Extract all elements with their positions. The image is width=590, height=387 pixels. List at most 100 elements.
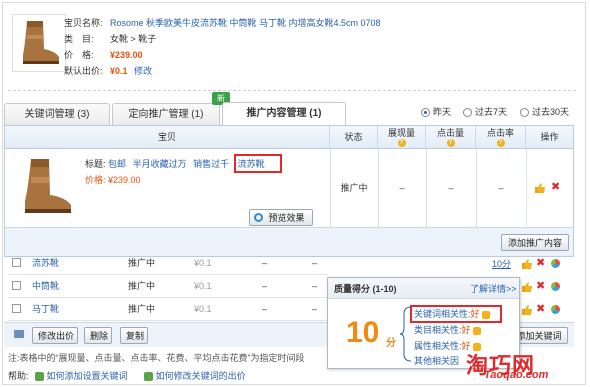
help-icon[interactable]: ? — [397, 139, 406, 147]
help-icon[interactable]: ? — [446, 139, 455, 147]
chart-icon[interactable] — [551, 282, 560, 291]
magnifier-icon — [254, 213, 263, 222]
radio-30days[interactable] — [520, 108, 529, 117]
table-header: 宝贝 状态 展现量 ? 点击量 ? 点击率 ? 操作 — [5, 126, 573, 149]
relevance-category: 类目相关性:好 — [414, 323, 481, 337]
help-label: 帮助: — [8, 371, 29, 381]
product-name-row: 宝贝名称: Rosome 秋季欧美牛皮流苏靴 中筒靴 马丁靴 内增高女靴4.5cm… — [64, 16, 381, 30]
preview-button-label: 预览效果 — [268, 213, 305, 223]
keyword-link[interactable]: 马丁靴 — [32, 298, 59, 320]
highlight-box — [234, 154, 282, 173]
thumb-icon[interactable] — [535, 183, 545, 193]
relevance-label: 其他相关因 — [414, 356, 460, 366]
detail-link[interactable]: 了解详情>> — [470, 282, 517, 295]
product-thumbnail — [12, 14, 66, 72]
row-checkbox[interactable] — [12, 258, 21, 267]
product-bid-label: 默认出价: — [64, 66, 103, 76]
add-content-button[interactable]: 添加推广内容 — [501, 234, 569, 251]
help-row: 帮助: 如何添加设置关键词 如何修改关键词的出价 — [8, 369, 246, 383]
product-name-link[interactable]: Rosome 秋季欧美牛皮流苏靴 中筒靴 马丁靴 内增高女靴4.5cm 0708 — [110, 18, 381, 28]
keyword-clicks: – — [312, 281, 318, 291]
status-cell: 推广中 — [340, 183, 368, 193]
relevance-value: 好 — [461, 325, 471, 335]
popup-header: 质量得分 (1-10) 了解详情>> — [328, 278, 519, 299]
product-category: 女靴 > 靴子 — [110, 34, 157, 44]
product-name-label: 宝贝名称: — [64, 18, 103, 28]
table-row: 标题: 包邮 半月收藏过万 销售过千 流苏靴 价格: ¥239.00 预览效果 … — [5, 149, 573, 228]
preview-button[interactable]: 预览效果 — [249, 209, 313, 226]
radio-yesterday-label: 昨天 — [433, 107, 452, 117]
keyword-link[interactable]: 流苏靴 — [32, 252, 59, 274]
chart-icon[interactable] — [551, 305, 560, 314]
delete-icon[interactable]: ✖ — [536, 304, 545, 315]
header-item: 宝贝 — [5, 126, 330, 148]
list-item: 流苏靴 推广中 ¥0.1 – – — [8, 252, 328, 275]
header-ctr: 点击率 ? — [476, 126, 526, 148]
title-part[interactable]: 半月收藏过万 — [133, 159, 187, 169]
keyword-bid: ¥0.1 — [194, 258, 212, 268]
radio-30days-label: 过去30天 — [532, 107, 570, 117]
keyword-bid: ¥0.1 — [194, 304, 212, 314]
select-all-icon[interactable] — [14, 330, 24, 338]
copy-button[interactable]: 复制 — [120, 327, 148, 344]
title-part[interactable]: 包邮 — [108, 159, 126, 169]
impressions-cell: – — [399, 183, 405, 193]
delete-icon[interactable]: ✖ — [536, 258, 545, 269]
relevance-other: 其他相关因 — [414, 354, 459, 368]
product-bid-row: 默认出价: ¥0.1 修改 — [64, 64, 152, 78]
thumb-icon[interactable] — [522, 282, 532, 292]
help-icon[interactable]: ? — [496, 139, 505, 147]
delete-icon[interactable]: ✖ — [551, 182, 560, 193]
relevance-label: 类目相关性: — [414, 325, 462, 335]
row-checkbox[interactable] — [12, 304, 21, 313]
boot-image — [25, 159, 71, 213]
thumb-icon[interactable] — [522, 259, 532, 269]
ctr-cell: – — [498, 183, 504, 193]
header-status: 状态 — [330, 126, 378, 148]
content-table: 宝贝 状态 展现量 ? 点击量 ? 点击率 ? 操作 标题: 包邮 半月收藏过万… — [4, 125, 574, 257]
item-title-label: 标题: — [85, 159, 106, 169]
quality-score-link[interactable]: 10分 — [492, 257, 511, 270]
keyword-impressions: – — [262, 281, 268, 291]
keyword-impressions: – — [262, 304, 268, 314]
product-price-label: 价 格: — [64, 50, 94, 60]
product-category-row: 类 目: 女靴 > 靴子 — [64, 32, 156, 46]
highlight-box — [410, 305, 502, 323]
help-link[interactable]: 如何修改关键词的出价 — [156, 371, 246, 381]
footnote: 注:表格中的“展现量、点击量、点击率、花费、平均点击花费”为指定时间段 — [8, 353, 305, 363]
keyword-link[interactable]: 中筒靴 — [32, 275, 59, 297]
tab-keywords[interactable]: 关键词管理 (3) — [4, 103, 110, 125]
help-link[interactable]: 如何添加设置关键词 — [47, 371, 128, 381]
item-price-label: 价格: — [85, 175, 106, 185]
keyword-bid: ¥0.1 — [194, 281, 212, 291]
keyword-status: 推广中 — [128, 281, 156, 291]
edit-bid-button[interactable]: 修改出价 — [32, 327, 78, 344]
title-part[interactable]: 销售过千 — [193, 159, 229, 169]
clicks-cell: – — [448, 183, 454, 193]
product-price: ¥239.00 — [110, 50, 143, 60]
relevance-label: 属性相关性: — [414, 341, 462, 351]
radio-7days-label: 过去7天 — [475, 107, 508, 117]
product-bid: ¥0.1 — [110, 66, 128, 76]
list-item: 中筒靴 推广中 ¥0.1 – – — [8, 275, 328, 298]
popup-title: 质量得分 (1-10) — [334, 284, 397, 294]
row-checkbox[interactable] — [12, 281, 21, 290]
product-price-row: 价 格: ¥239.00 — [64, 48, 143, 62]
boot-image — [23, 21, 59, 64]
tab-content[interactable]: 推广内容管理 (1) — [222, 102, 346, 126]
delete-button[interactable]: 删除 — [84, 327, 112, 344]
divider — [526, 149, 527, 227]
radio-7days[interactable] — [463, 108, 472, 117]
item-price: ¥239.00 — [108, 175, 141, 185]
item-price-row: 价格: ¥239.00 — [85, 173, 141, 187]
keyword-status: 推广中 — [128, 258, 156, 268]
bid-edit-link[interactable]: 修改 — [134, 66, 152, 76]
keyword-clicks: – — [312, 258, 318, 268]
delete-icon[interactable]: ✖ — [536, 281, 545, 292]
keyword-status: 推广中 — [128, 304, 156, 314]
chart-icon[interactable] — [551, 259, 560, 268]
radio-yesterday[interactable] — [421, 108, 430, 117]
quality-score-value: 10 — [346, 316, 380, 349]
thumb-icon[interactable] — [522, 305, 532, 315]
tab-targeting[interactable]: 定向推广管理 (1) — [112, 103, 220, 125]
